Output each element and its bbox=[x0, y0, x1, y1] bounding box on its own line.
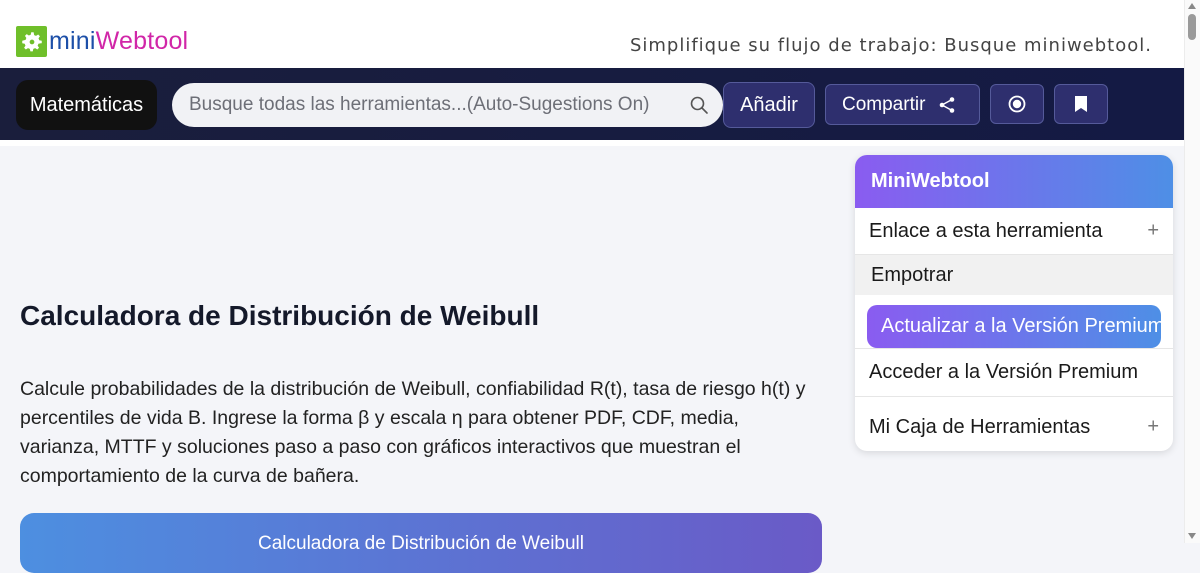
logo-text-mini: mini bbox=[49, 27, 96, 55]
search-icon[interactable] bbox=[689, 95, 709, 115]
panel-item-label: Mi Caja de Herramientas bbox=[869, 415, 1091, 438]
share-icon bbox=[940, 96, 955, 113]
share-button[interactable]: Compartir bbox=[825, 84, 980, 125]
panel-item-embed[interactable]: Empotrar bbox=[855, 255, 1173, 295]
page-description: Calcule probabilidades de la distribució… bbox=[20, 378, 806, 487]
search-input[interactable] bbox=[187, 93, 681, 117]
page-scrollbar[interactable] bbox=[1184, 0, 1200, 543]
bookmark-button[interactable] bbox=[1054, 84, 1108, 124]
gear-icon bbox=[16, 26, 47, 57]
share-button-label: Compartir bbox=[842, 93, 926, 115]
site-logo[interactable]: miniWebtool bbox=[16, 26, 188, 57]
category-button[interactable]: Matemáticas bbox=[16, 80, 157, 130]
target-circle-button[interactable] bbox=[990, 84, 1044, 124]
expand-plus-icon[interactable]: + bbox=[1147, 416, 1159, 439]
add-button[interactable]: Añadir bbox=[723, 82, 815, 128]
panel-item-upgrade: Actualizar a la Versión Premium bbox=[855, 295, 1173, 349]
target-circle-icon bbox=[1008, 95, 1026, 113]
miniwebtool-panel: MiniWebtool Enlace a esta herramienta + … bbox=[855, 155, 1173, 451]
panel-title: MiniWebtool bbox=[855, 155, 1173, 208]
top-header: miniWebtool Simplifique su flujo de trab… bbox=[0, 0, 1185, 68]
calculator-card: Calculadora de Distribución de Weibull bbox=[20, 513, 822, 573]
panel-item-label: Empotrar bbox=[871, 263, 954, 286]
panel-item-premium-access[interactable]: Acceder a la Versión Premium bbox=[855, 349, 1173, 397]
tagline: Simplifique su flujo de trabajo: Busque … bbox=[629, 35, 1152, 56]
nav-divider bbox=[0, 140, 1185, 146]
scroll-down-arrow-icon[interactable] bbox=[1188, 533, 1196, 539]
scroll-thumb[interactable] bbox=[1188, 14, 1196, 40]
search-box[interactable] bbox=[172, 83, 723, 127]
panel-item-label: Enlace a esta herramienta bbox=[869, 219, 1103, 242]
calculator-card-title: Calculadora de Distribución de Weibull bbox=[258, 533, 584, 554]
bookmark-icon bbox=[1075, 96, 1087, 112]
logo-text: miniWebtool bbox=[49, 27, 188, 56]
upgrade-premium-button[interactable]: Actualizar a la Versión Premium bbox=[867, 305, 1161, 348]
panel-item-toolbox[interactable]: Mi Caja de Herramientas + bbox=[855, 403, 1173, 451]
panel-item-label: Acceder a la Versión Premium bbox=[869, 361, 1139, 383]
page-title: Calculadora de Distribución de Weibull bbox=[20, 300, 540, 331]
panel-item-link-tool[interactable]: Enlace a esta herramienta + bbox=[855, 208, 1173, 255]
nav-bar: Matemáticas Añadir Compartir bbox=[0, 68, 1185, 140]
scroll-up-arrow-icon[interactable] bbox=[1188, 3, 1196, 9]
logo-text-webtool: Webtool bbox=[95, 27, 189, 55]
expand-plus-icon[interactable]: + bbox=[1147, 220, 1159, 243]
